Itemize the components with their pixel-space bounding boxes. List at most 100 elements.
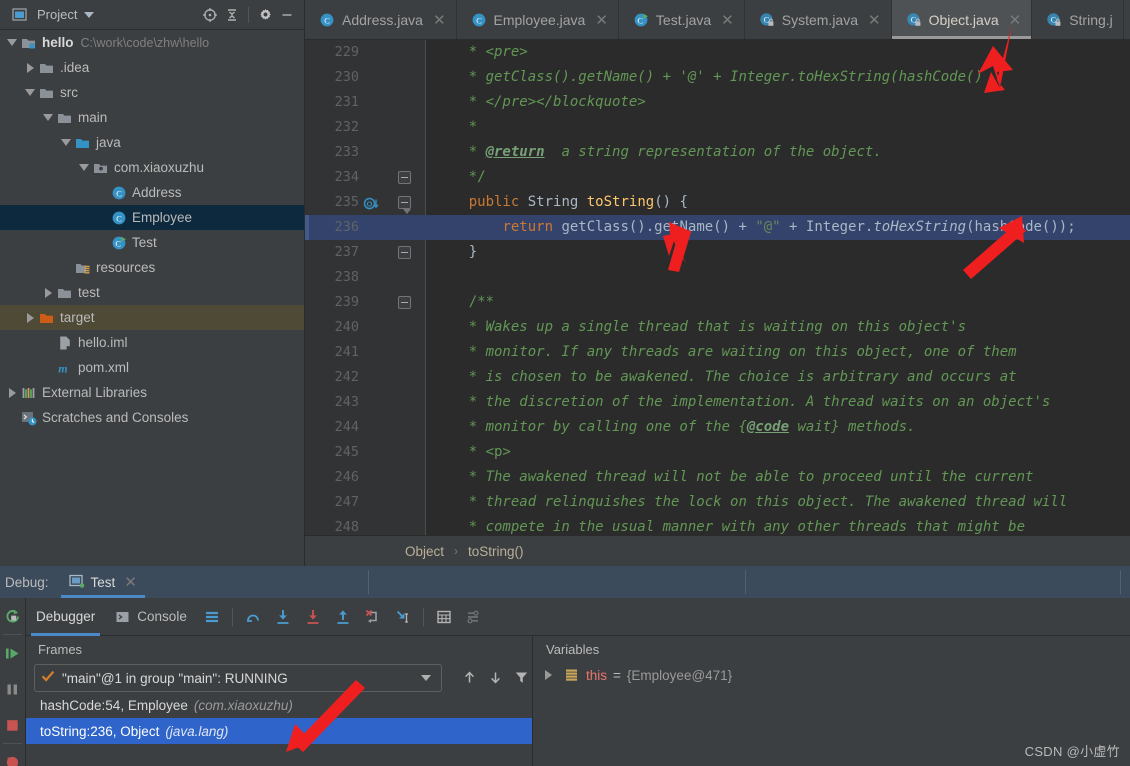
chevron-down-icon[interactable] <box>4 35 20 51</box>
locate-icon[interactable] <box>199 4 221 26</box>
tree-item-hello[interactable]: hello C:\work\code\zhw\hello <box>0 30 304 55</box>
chevron-right-icon[interactable] <box>4 385 20 401</box>
code-fold-toggle[interactable] <box>398 246 411 259</box>
drop-frame-icon[interactable] <box>358 598 388 636</box>
code-line[interactable]: 232 * <box>305 115 1130 140</box>
variables-list[interactable]: this = {Employee@471} <box>534 662 1130 688</box>
code-line[interactable]: 235 O public String toString() { <box>305 190 1130 215</box>
code-line[interactable]: 239 /** <box>305 290 1130 315</box>
code-line[interactable]: 240 * Wakes up a single thread that is w… <box>305 315 1130 340</box>
close-icon[interactable]: ✕ <box>433 11 446 29</box>
project-file-tree[interactable]: hello C:\work\code\zhw\hello .idea src main j… <box>0 30 304 566</box>
code-fold-toggle[interactable] <box>398 196 411 214</box>
pause-icon[interactable] <box>0 671 25 707</box>
tree-item-scratches-and-consoles[interactable]: Scratches and Consoles <box>0 405 304 430</box>
breadcrumb-class[interactable]: Object <box>405 544 444 559</box>
code-line[interactable]: 247 * thread relinquishes the lock on th… <box>305 490 1130 515</box>
debugger-toolbar[interactable]: Debugger Console <box>26 598 1130 636</box>
editor-tab-employee-java[interactable]: C Employee.java ✕ <box>457 0 619 39</box>
code-line[interactable]: 243 * the discretion of the implementati… <box>305 390 1130 415</box>
chevron-down-icon[interactable] <box>40 110 56 126</box>
chevron-right-icon[interactable] <box>40 285 56 301</box>
tree-item-src[interactable]: src <box>0 80 304 105</box>
debug-tab-debugger[interactable]: Debugger <box>26 598 105 636</box>
close-icon[interactable]: ✕ <box>868 11 881 29</box>
force-step-into-icon[interactable] <box>298 598 328 636</box>
tree-item-address[interactable]: C Address <box>0 180 304 205</box>
code-line[interactable]: 244 * monitor by calling one of the {@co… <box>305 415 1130 440</box>
code-line[interactable]: 231 * </pre></blockquote> <box>305 90 1130 115</box>
debug-tab-console[interactable]: Console <box>105 598 197 636</box>
tree-item-hello-iml[interactable]: hello.iml <box>0 330 304 355</box>
editor-tab-address-java[interactable]: C Address.java ✕ <box>305 0 457 39</box>
chevron-down-icon[interactable] <box>58 135 74 151</box>
chevron-down-icon[interactable] <box>84 11 95 18</box>
code-line[interactable]: 245 * <p> <box>305 440 1130 465</box>
override-icon[interactable]: O <box>363 195 379 211</box>
code-lines[interactable]: 229 * <pre> 230 * getClass().getName() + … <box>305 40 1130 535</box>
chevron-down-icon[interactable] <box>22 85 38 101</box>
frame-list[interactable]: hashCode:54, Employee (com.xiaoxuzhu) toSt… <box>26 692 532 744</box>
gear-icon[interactable] <box>254 4 276 26</box>
tree-item--idea[interactable]: .idea <box>0 55 304 80</box>
settings-list-icon[interactable] <box>459 598 489 636</box>
tree-item-external-libraries[interactable]: External Libraries <box>0 380 304 405</box>
code-editor[interactable]: 229 * <pre> 230 * getClass().getName() + … <box>305 40 1130 535</box>
arrow-up-icon[interactable] <box>458 665 480 689</box>
mute-breakpoints-icon[interactable] <box>0 744 25 766</box>
tree-item-java[interactable]: java <box>0 130 304 155</box>
step-over-icon[interactable] <box>238 598 268 636</box>
close-icon[interactable]: ✕ <box>721 11 734 29</box>
layout-settings-icon[interactable] <box>197 598 227 636</box>
code-line[interactable]: 233 * @return a string representation of… <box>305 140 1130 165</box>
frame-row[interactable]: toString:236, Object (java.lang) <box>26 718 532 744</box>
code-fold-toggle[interactable] <box>398 171 411 184</box>
code-line[interactable]: 237 } <box>305 240 1130 265</box>
chevron-right-icon[interactable] <box>545 670 552 680</box>
step-out-icon[interactable] <box>328 598 358 636</box>
debug-session-tab[interactable]: Test ✕ <box>60 566 146 598</box>
filter-icon[interactable] <box>510 665 532 689</box>
resume-icon[interactable] <box>0 635 25 671</box>
code-line-current[interactable]: 236 return getClass().getName() + "@" + … <box>305 215 1130 240</box>
code-line[interactable]: 229 * <pre> <box>305 40 1130 65</box>
code-line[interactable]: 238 <box>305 265 1130 290</box>
editor-tab-test-java[interactable]: C Test.java ✕ <box>619 0 745 39</box>
breadcrumb[interactable]: Object › toString() <box>305 535 1130 566</box>
close-icon[interactable]: ✕ <box>595 11 608 29</box>
thread-selector[interactable]: "main"@1 in group "main": RUNNING <box>34 664 442 692</box>
code-fold-toggle[interactable] <box>398 296 411 309</box>
editor-tab-bar[interactable]: C Address.java ✕ C Employee.java ✕ C Test.java ✕… <box>305 0 1130 40</box>
run-to-cursor-icon[interactable] <box>388 598 418 636</box>
tree-item-test[interactable]: test <box>0 280 304 305</box>
chevron-down-icon[interactable] <box>76 160 92 176</box>
chevron-right-icon[interactable] <box>22 310 38 326</box>
collapse-all-icon[interactable] <box>221 4 243 26</box>
code-line[interactable]: 234 */ <box>305 165 1130 190</box>
code-line[interactable]: 248 * compete in the usual manner with a… <box>305 515 1130 535</box>
stop-icon[interactable] <box>0 707 25 743</box>
evaluate-expression-icon[interactable] <box>429 598 459 636</box>
rerun-icon[interactable] <box>0 598 25 634</box>
tree-item-employee[interactable]: C Employee <box>0 205 304 230</box>
tree-item-resources[interactable]: resources <box>0 255 304 280</box>
editor-tab-string-j[interactable]: C String.j <box>1032 0 1124 39</box>
tree-item-com-xiaoxuzhu[interactable]: com.xiaoxuzhu <box>0 155 304 180</box>
frame-controls[interactable] <box>458 665 532 689</box>
code-line[interactable]: 242 * is chosen to be awakened. The choi… <box>305 365 1130 390</box>
tree-item-main[interactable]: main <box>0 105 304 130</box>
tree-item-target[interactable]: target <box>0 305 304 330</box>
close-icon[interactable]: ✕ <box>1009 11 1022 29</box>
variable-row[interactable]: this = {Employee@471} <box>534 662 1130 688</box>
editor-tab-object-java[interactable]: C Object.java ✕ <box>891 0 1033 39</box>
breadcrumb-member[interactable]: toString() <box>468 544 524 559</box>
chevron-right-icon[interactable] <box>22 60 38 76</box>
chevron-down-icon[interactable] <box>421 675 431 681</box>
tree-item-pom-xml[interactable]: m pom.xml <box>0 355 304 380</box>
code-line[interactable]: 241 * monitor. If any threads are waitin… <box>305 340 1130 365</box>
editor-tab-system-java[interactable]: C System.java ✕ <box>745 0 892 39</box>
debug-action-rail[interactable] <box>0 598 26 766</box>
code-line[interactable]: 230 * getClass().getName() + '@' + Integ… <box>305 65 1130 90</box>
frame-row[interactable]: hashCode:54, Employee (com.xiaoxuzhu) <box>26 692 532 718</box>
close-icon[interactable]: ✕ <box>124 573 137 591</box>
